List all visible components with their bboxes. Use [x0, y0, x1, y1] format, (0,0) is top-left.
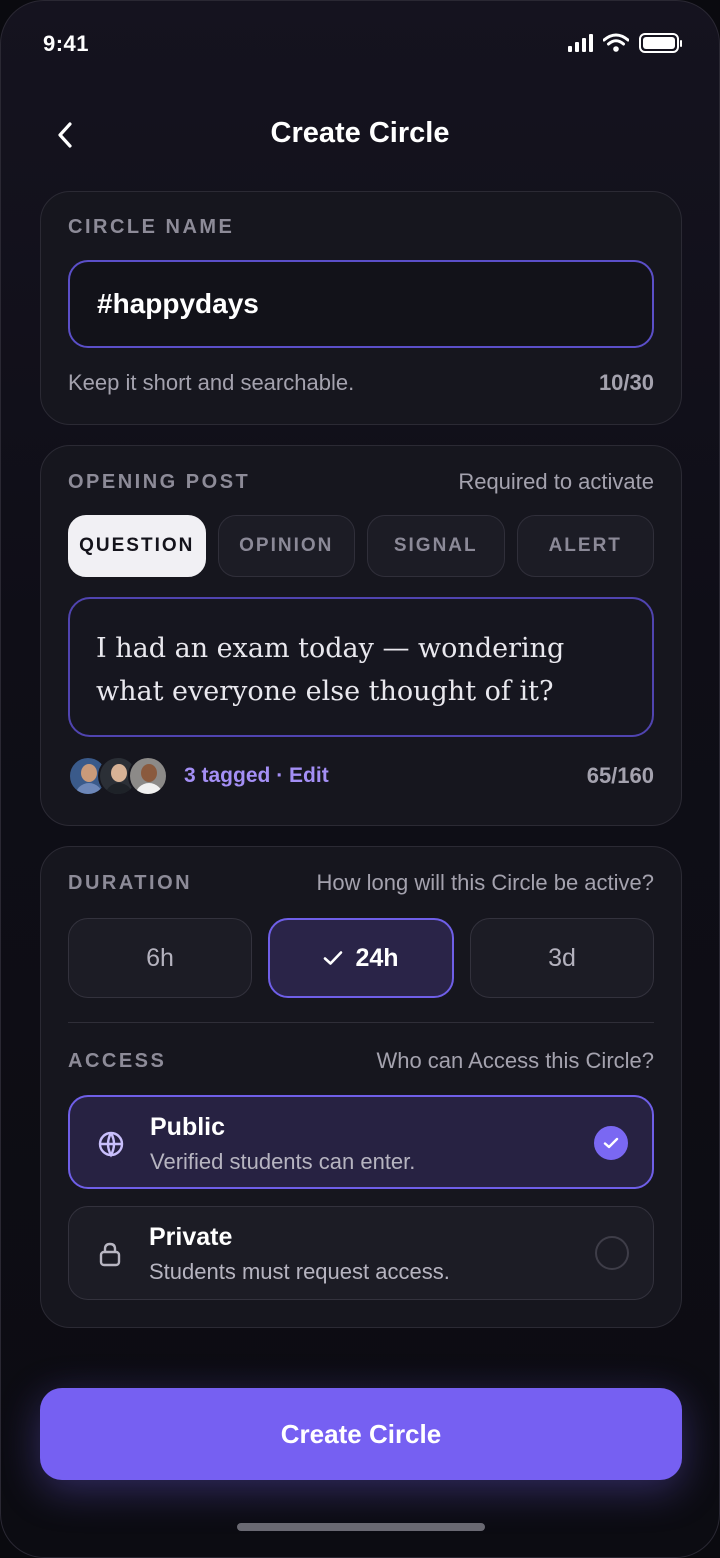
duration-hint: How long will this Circle be active? [316, 870, 654, 895]
page-title: Create Circle [270, 117, 450, 149]
chip-opinion[interactable]: OPINION [217, 515, 355, 577]
chip-question[interactable]: QUESTION [68, 515, 206, 577]
circle-name-helper: Keep it short and searchable. [68, 370, 355, 395]
settings-card: DURATION How long will this Circle be ac… [40, 846, 682, 1328]
circle-name-card: CIRCLE NAME #happydays Keep it short and… [40, 191, 682, 425]
check-icon [324, 951, 343, 965]
cellular-signal-icon [568, 34, 593, 52]
opening-post-footer: 3 tagged · Edit 65/160 [68, 756, 654, 796]
chip-alert[interactable]: ALERT [516, 515, 654, 577]
radio-unchecked[interactable] [595, 1236, 629, 1270]
post-type-chips: QUESTION OPINION SIGNAL ALERT [68, 515, 654, 577]
duration-option-label: 6h [146, 943, 174, 972]
phone-screen: 9:41 Create Circle CIRCLE NAME #happyday… [0, 0, 720, 1558]
radio-checked[interactable] [594, 1126, 628, 1160]
duration-option-24h[interactable]: 24h [268, 918, 454, 998]
home-indicator [237, 1523, 485, 1531]
globe-icon [98, 1131, 124, 1158]
status-icons [568, 33, 682, 53]
access-option-title: Public [150, 1113, 226, 1141]
tagged-count: 3 tagged [184, 764, 271, 787]
circle-name-label: CIRCLE NAME [68, 216, 235, 238]
access-header: ACCESS Who can Access this Circle? [68, 1048, 654, 1074]
status-time: 9:41 [43, 31, 90, 56]
circle-name-input[interactable]: #happydays [68, 260, 654, 348]
duration-option-3d[interactable]: 3d [470, 918, 654, 998]
wifi-icon [603, 33, 629, 52]
chip-signal[interactable]: SIGNAL [367, 515, 505, 577]
tagged-separator: · [276, 764, 284, 787]
access-option-public[interactable]: Public Verified students can enter. [68, 1095, 654, 1189]
check-icon [603, 1137, 619, 1149]
circle-name-footer: Keep it short and searchable. 10/30 [68, 370, 654, 396]
access-label: ACCESS [68, 1049, 167, 1072]
create-circle-button[interactable]: Create Circle [40, 1388, 682, 1480]
tagged-edit-link[interactable]: 3 tagged · Edit [184, 764, 329, 788]
duration-option-label: 3d [548, 943, 576, 972]
opening-post-label: OPENING POST [68, 470, 251, 493]
duration-option-label: 24h [355, 943, 399, 972]
section-divider [68, 1022, 654, 1023]
access-option-title: Private [149, 1223, 233, 1251]
access-option-description: Verified students can enter. [150, 1149, 416, 1174]
lock-icon [99, 1242, 121, 1267]
opening-post-counter: 65/160 [586, 763, 654, 788]
opening-post-header: OPENING POST Required to activate [68, 469, 654, 495]
access-hint: Who can Access this Circle? [376, 1048, 654, 1073]
edit-tags-label: Edit [289, 764, 329, 787]
opening-post-hint: Required to activate [458, 469, 654, 494]
duration-option-6h[interactable]: 6h [68, 918, 252, 998]
duration-label: DURATION [68, 871, 193, 894]
opening-post-card: OPENING POST Required to activate QUESTI… [40, 445, 682, 826]
duration-options: 6h 24h 3d [68, 918, 654, 998]
battery-icon [639, 33, 682, 53]
avatar [128, 756, 168, 796]
opening-post-textarea[interactable]: I had an exam today — wondering what eve… [68, 597, 654, 737]
circle-name-counter: 10/30 [598, 370, 654, 395]
access-option-private[interactable]: Private Students must request access. [68, 1206, 654, 1300]
access-option-description: Students must request access. [149, 1259, 450, 1284]
tagged-avatars [68, 756, 168, 796]
duration-header: DURATION How long will this Circle be ac… [68, 870, 654, 896]
